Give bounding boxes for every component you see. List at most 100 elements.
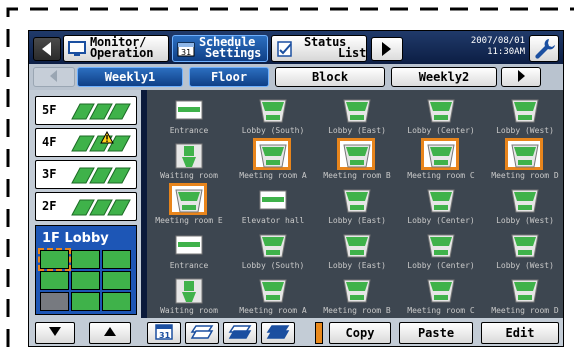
- schedule-settings-button[interactable]: 31 Schedule Settings: [172, 35, 268, 62]
- unit-grid: Entrance Lobby (South) Lobby (East) Lobb…: [147, 90, 563, 320]
- time-text: 11:30AM: [487, 47, 525, 57]
- ceiling-unit-icon: [258, 97, 288, 125]
- floor-button-3f[interactable]: 3F: [35, 160, 137, 189]
- unit-cell[interactable]: Meeting room A: [231, 138, 315, 185]
- monitor-icon: [68, 41, 86, 56]
- copy-button[interactable]: Copy: [329, 322, 391, 344]
- zone-cell[interactable]: [102, 250, 131, 269]
- unit-label: Lobby (East): [328, 216, 386, 225]
- unit-cell[interactable]: Lobby (Center): [399, 95, 483, 140]
- unit-cell[interactable]: Lobby (West): [483, 185, 563, 230]
- all-view-button[interactable]: [261, 322, 295, 344]
- zone-cell[interactable]: [102, 271, 131, 290]
- floor-button-4f[interactable]: 4F: [35, 128, 137, 157]
- unit-label: Lobby (West): [496, 126, 554, 135]
- unit-label: Entrance: [169, 261, 209, 270]
- unit-cell[interactable]: Meeting room B: [315, 275, 399, 320]
- ceiling-unit-icon: [174, 187, 204, 215]
- unit-cell[interactable]: Lobby (Center): [399, 230, 483, 275]
- zone-cell[interactable]: [71, 250, 100, 269]
- unit-label: Lobby (West): [496, 261, 554, 270]
- floor-label: 4F: [42, 135, 57, 149]
- floor-up-button[interactable]: [89, 322, 131, 344]
- weekly-view-button[interactable]: [185, 322, 219, 344]
- tab-floor[interactable]: Floor: [189, 67, 269, 87]
- unit-label: Lobby (Center): [407, 216, 475, 225]
- unit-label: Meeting room A: [239, 171, 307, 180]
- svg-text:31: 31: [159, 331, 171, 340]
- unit-cell[interactable]: Entrance: [147, 95, 231, 140]
- unit-cell[interactable]: Lobby (South): [231, 230, 315, 275]
- unit-label: Meeting room D: [491, 306, 559, 315]
- wall-unit-icon: [174, 142, 204, 170]
- ceiling-unit-icon: [258, 142, 288, 170]
- tab-prev-button[interactable]: [33, 67, 75, 87]
- header-bar: Monitor/ Operation 31 Schedule Settings …: [29, 31, 563, 64]
- unit-label: Lobby (Center): [407, 126, 475, 135]
- unit-cell[interactable]: Lobby (East): [315, 230, 399, 275]
- monitor-operation-button[interactable]: Monitor/ Operation: [63, 35, 169, 62]
- unit-cell[interactable]: Lobby (East): [315, 95, 399, 140]
- block-view-button[interactable]: [223, 322, 257, 344]
- unit-cell[interactable]: Meeting room C: [399, 275, 483, 320]
- unit-cell[interactable]: Lobby (South): [231, 95, 315, 140]
- left-arrow-icon: [50, 70, 57, 82]
- floor-button-2f[interactable]: 2F: [35, 192, 137, 221]
- checklist-icon: [277, 41, 292, 57]
- zone-cell[interactable]: [40, 292, 69, 311]
- unit-cell[interactable]: Meeting room A: [231, 275, 315, 320]
- unit-label: Meeting room D: [491, 171, 559, 180]
- selection-indicator: [315, 322, 323, 344]
- unit-cell[interactable]: Meeting room E: [147, 183, 231, 230]
- unit-label: Lobby (Center): [407, 261, 475, 270]
- ceiling-unit-icon: [426, 232, 456, 260]
- floor-button-1f-lobby[interactable]: 1F Lobby: [35, 225, 137, 315]
- unit-cell[interactable]: Elevator hall: [231, 185, 315, 230]
- zone-cell[interactable]: [102, 292, 131, 311]
- maintenance-button[interactable]: [529, 35, 559, 62]
- ceiling-unit-icon: [510, 97, 540, 125]
- zone-cell[interactable]: [71, 271, 100, 290]
- tab-bar: Weekly1 Floor Block Weekly2: [29, 64, 563, 90]
- back-button[interactable]: [33, 37, 61, 61]
- unit-cell[interactable]: Meeting room C: [399, 138, 483, 185]
- floor-label: 2F: [42, 199, 57, 213]
- tab-weekly2[interactable]: Weekly2: [391, 67, 497, 87]
- unit-cell[interactable]: Waiting room: [147, 275, 231, 320]
- unit-cell[interactable]: Meeting room B: [315, 138, 399, 185]
- unit-cell[interactable]: Entrance: [147, 230, 231, 275]
- unit-cell[interactable]: Lobby (Center): [399, 185, 483, 230]
- zone-cell[interactable]: [71, 292, 100, 311]
- wall-unit-icon: [174, 277, 204, 305]
- tab-weekly1[interactable]: Weekly1: [77, 67, 183, 87]
- unit-label: Lobby (South): [241, 261, 305, 270]
- unit-cell[interactable]: Lobby (East): [315, 185, 399, 230]
- footer-bar: 31 Copy Paste Edit: [29, 318, 563, 346]
- ceiling-unit-icon: [426, 187, 456, 215]
- warning-icon: [100, 131, 114, 144]
- paste-button[interactable]: Paste: [399, 322, 473, 344]
- monitor-label-line2: Operation: [90, 46, 154, 60]
- unit-label: Elevator hall: [241, 216, 305, 225]
- edit-button[interactable]: Edit: [481, 322, 559, 344]
- unit-cell[interactable]: Lobby (West): [483, 230, 563, 275]
- floor-down-button[interactable]: [35, 322, 75, 344]
- unit-label: Meeting room C: [407, 306, 475, 315]
- ceiling-unit-icon: [510, 232, 540, 260]
- floor-label: 3F: [42, 167, 57, 181]
- unit-cell[interactable]: Waiting room: [147, 140, 231, 185]
- tab-next-button[interactable]: [501, 67, 541, 87]
- forward-button[interactable]: [371, 37, 403, 61]
- status-list-button[interactable]: Status List: [271, 35, 367, 62]
- right-arrow-icon: [382, 42, 391, 56]
- day-view-button[interactable]: 31: [147, 322, 181, 344]
- ceiling-unit-icon: [258, 232, 288, 260]
- unit-cell[interactable]: Lobby (West): [483, 95, 563, 140]
- unit-cell[interactable]: Meeting room D: [483, 275, 563, 320]
- ceiling-unit-icon: [342, 187, 372, 215]
- unit-label: Meeting room A: [239, 306, 307, 315]
- tab-block[interactable]: Block: [275, 67, 385, 87]
- floor-button-5f[interactable]: 5F: [35, 96, 137, 125]
- unit-cell[interactable]: Meeting room D: [483, 138, 563, 185]
- zone-cell[interactable]: [40, 271, 69, 290]
